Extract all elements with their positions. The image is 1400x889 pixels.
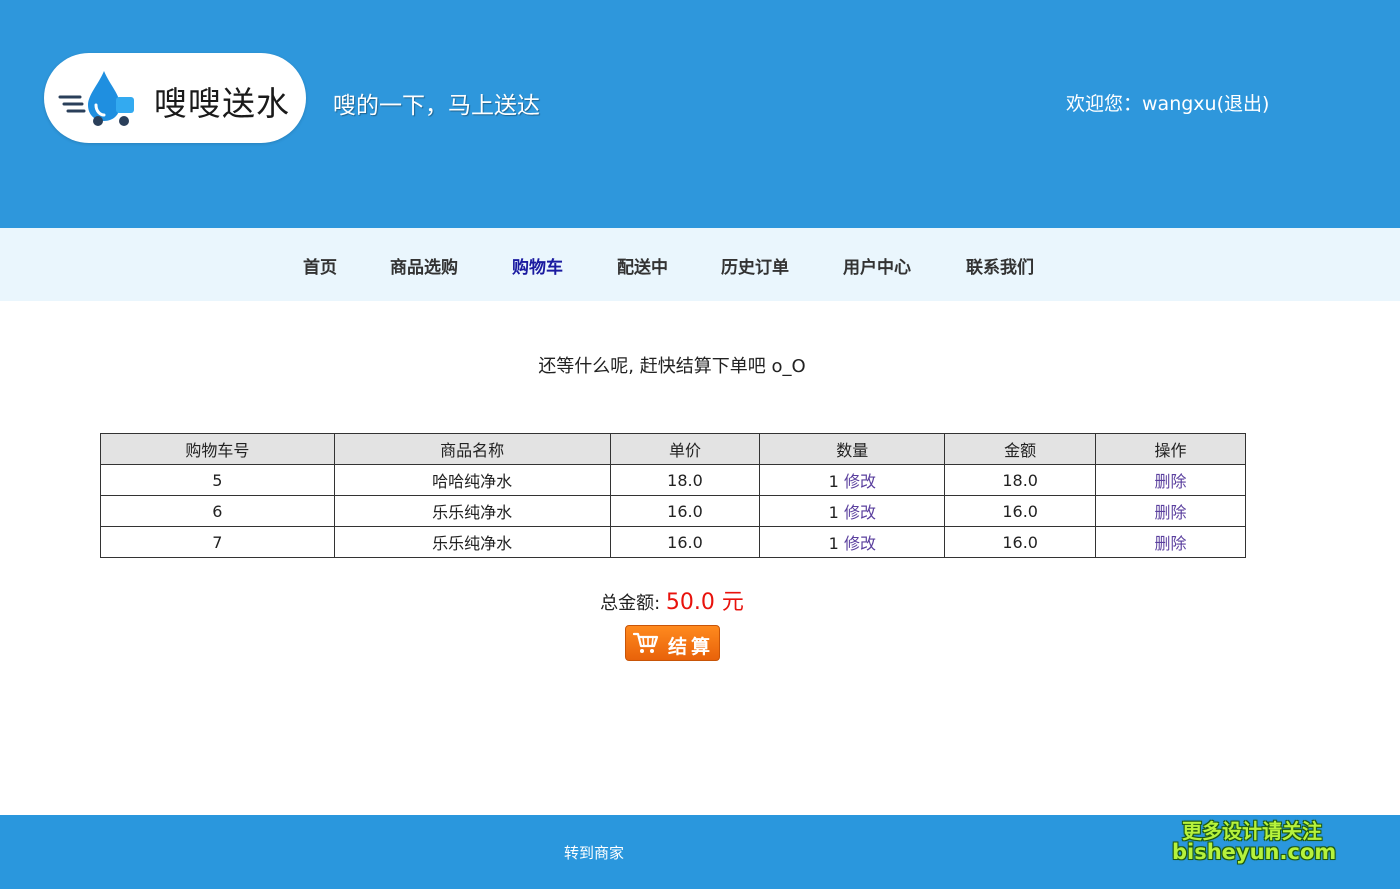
column-header-product-name: 商品名称	[333, 433, 611, 465]
quantity-value: 1	[828, 472, 839, 491]
welcome-prefix: 欢迎您：	[1066, 93, 1143, 115]
shopping-cart-icon	[633, 632, 659, 653]
order-total: 总金额: 50.0 元	[0, 584, 1344, 616]
amount-cell: 16.0	[944, 526, 1097, 558]
unit-price-cell: 16.0	[609, 526, 761, 558]
nav-item-contact[interactable]: 联系我们	[966, 253, 1034, 278]
product-name-cell: 乐乐纯净水	[333, 526, 611, 558]
column-header-unit-price: 单价	[609, 433, 761, 465]
checkout-label: 结算	[668, 636, 715, 658]
checkout-button[interactable]: 结算	[625, 625, 720, 661]
quantity-cell: 1 修改	[759, 526, 946, 558]
nav-item-shop[interactable]: 商品选购	[390, 253, 458, 278]
slogan: 嗖的一下，马上送达	[333, 93, 540, 119]
logo[interactable]: 嗖嗖送水	[44, 53, 306, 143]
cart-id-cell: 5	[100, 464, 335, 496]
quantity-value: 1	[828, 534, 839, 553]
table-header-row: 购物车号 商品名称 单价 数量 金额 操作	[100, 433, 1246, 465]
total-label: 总金额:	[600, 593, 666, 614]
nav-item-order-history[interactable]: 历史订单	[721, 253, 789, 278]
main-nav: 首页 商品选购 购物车 配送中 历史订单 用户中心 联系我们	[0, 228, 1400, 301]
nav-item-cart[interactable]: 购物车	[512, 253, 563, 278]
actions-cell: 删除	[1095, 495, 1246, 527]
go-to-merchant-link[interactable]: 转到商家	[564, 842, 624, 863]
watermark-line-2: bisheyun.com	[1172, 840, 1337, 864]
cart-id-cell: 7	[100, 526, 335, 558]
unit-price-cell: 16.0	[609, 495, 761, 527]
water-delivery-truck-icon	[58, 71, 134, 126]
logo-text: 嗖嗖送水	[154, 84, 290, 123]
nav-item-user-center[interactable]: 用户中心	[843, 253, 911, 278]
table-row: 6 乐乐纯净水 16.0 1 修改 16.0 删除	[100, 495, 1246, 527]
column-header-amount: 金额	[944, 433, 1097, 465]
column-header-cart-id: 购物车号	[100, 433, 335, 465]
edit-quantity-link[interactable]: 修改	[844, 534, 876, 553]
quantity-cell: 1 修改	[759, 495, 946, 527]
amount-cell: 16.0	[944, 495, 1097, 527]
footer: 转到商家 更多设计请关注 bisheyun.com	[0, 815, 1400, 889]
product-name-cell: 乐乐纯净水	[333, 495, 611, 527]
delete-link[interactable]: 删除	[1155, 472, 1187, 491]
edit-quantity-link[interactable]: 修改	[844, 472, 876, 491]
checkout-prompt: 还等什么呢, 赶快结算下单吧 o_O	[538, 356, 806, 377]
cart-table: 购物车号 商品名称 单价 数量 金额 操作 5 哈哈纯净水 18.0 1 修改 …	[100, 433, 1246, 558]
table-row: 5 哈哈纯净水 18.0 1 修改 18.0 删除	[100, 464, 1246, 496]
delete-link[interactable]: 删除	[1155, 503, 1187, 522]
quantity-value: 1	[828, 503, 839, 522]
header: 嗖嗖送水 嗖的一下，马上送达 欢迎您：wangxu(退出)	[0, 0, 1400, 228]
column-header-quantity: 数量	[759, 433, 946, 465]
cart-id-cell: 6	[100, 495, 335, 527]
table-row: 7 乐乐纯净水 16.0 1 修改 16.0 删除	[100, 526, 1246, 558]
amount-cell: 18.0	[944, 464, 1097, 496]
nav-item-home[interactable]: 首页	[303, 253, 337, 278]
delete-link[interactable]: 删除	[1155, 534, 1187, 553]
welcome-message: 欢迎您：wangxu(退出)	[1066, 89, 1269, 116]
logout-link[interactable]: (退出)	[1217, 93, 1270, 115]
actions-cell: 删除	[1095, 464, 1246, 496]
product-name-cell: 哈哈纯净水	[333, 464, 611, 496]
edit-quantity-link[interactable]: 修改	[844, 503, 876, 522]
username: wangxu	[1142, 93, 1217, 115]
actions-cell: 删除	[1095, 526, 1246, 558]
column-header-actions: 操作	[1095, 433, 1246, 465]
nav-item-delivering[interactable]: 配送中	[617, 253, 668, 278]
unit-price-cell: 18.0	[609, 464, 761, 496]
quantity-cell: 1 修改	[759, 464, 946, 496]
total-amount: 50.0 元	[665, 590, 744, 615]
